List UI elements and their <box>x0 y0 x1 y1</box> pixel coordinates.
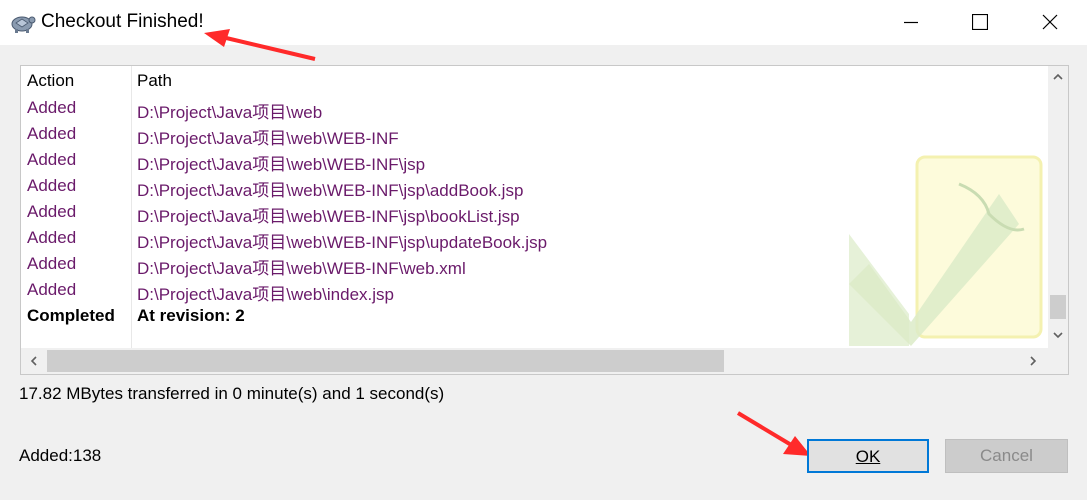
ok-button[interactable]: OK <box>807 439 929 473</box>
annotation-arrow-ok <box>736 411 811 456</box>
list-item[interactable]: Added D:\Project\Java项目\web\WEB-INF\web.… <box>21 252 1041 278</box>
checkout-log-list[interactable]: Action Path Added D:\Project\Java项目\web … <box>20 65 1069 375</box>
list-item[interactable]: Added D:\Project\Java项目\web\index.jsp <box>21 278 1041 304</box>
list-item[interactable]: Added D:\Project\Java项目\web\WEB-INF\jsp <box>21 148 1041 174</box>
row-path: D:\Project\Java项目\web\WEB-INF\jsp\bookLi… <box>137 207 520 226</box>
row-action: Added <box>27 150 77 169</box>
row-action: Added <box>27 98 77 117</box>
row-action: Completed <box>27 306 115 325</box>
row-path: D:\Project\Java项目\web <box>137 103 323 122</box>
row-action: Added <box>27 280 77 299</box>
chevron-left-icon <box>30 356 37 366</box>
scrollbar-corner <box>1048 348 1068 374</box>
row-path: D:\Project\Java项目\web\WEB-INF\web.xml <box>137 259 466 278</box>
chevron-right-icon <box>1030 356 1037 366</box>
horizontal-scrollbar[interactable] <box>21 348 1048 374</box>
list-item[interactable]: Added D:\Project\Java项目\web <box>21 96 1041 122</box>
list-item-completed[interactable]: Completed At revision: 2 <box>21 304 1041 330</box>
minimize-button[interactable] <box>888 0 934 45</box>
row-path: D:\Project\Java项目\web\WEB-INF\jsp <box>137 155 426 174</box>
scroll-left-button[interactable] <box>21 348 47 374</box>
scroll-up-button[interactable] <box>1048 66 1068 88</box>
close-button[interactable] <box>1027 0 1073 45</box>
list-item[interactable]: Added D:\Project\Java项目\web\WEB-INF\jsp\… <box>21 200 1041 226</box>
title-bar: Checkout Finished! <box>0 0 1087 45</box>
column-header-path[interactable]: Path <box>137 71 172 91</box>
added-count: Added:138 <box>19 446 102 465</box>
list-item[interactable]: Added D:\Project\Java项目\web\WEB-INF <box>21 122 1041 148</box>
list-item[interactable]: Added D:\Project\Java项目\web\WEB-INF\jsp\… <box>21 174 1041 200</box>
cancel-button[interactable]: Cancel <box>945 439 1068 473</box>
row-action: Added <box>27 202 77 221</box>
row-path: D:\Project\Java项目\web\WEB-INF <box>137 129 399 148</box>
maximize-button[interactable] <box>957 0 1003 45</box>
vertical-scrollbar[interactable] <box>1048 66 1068 348</box>
scroll-right-button[interactable] <box>1020 348 1046 374</box>
minimize-icon <box>904 21 918 24</box>
row-path: At revision: 2 <box>137 306 245 325</box>
column-header-action[interactable]: Action <box>27 71 74 91</box>
row-action: Added <box>27 254 77 273</box>
ok-button-label: OK <box>855 447 881 466</box>
row-path: D:\Project\Java项目\web\WEB-INF\jsp\addBoo… <box>137 181 524 200</box>
scroll-down-button[interactable] <box>1048 324 1068 346</box>
row-action: Added <box>27 176 77 195</box>
list-item[interactable]: Added D:\Project\Java项目\web\WEB-INF\jsp\… <box>21 226 1041 252</box>
cancel-button-label: Cancel <box>980 446 1033 465</box>
row-action: Added <box>27 228 77 247</box>
tortoise-icon <box>11 16 36 33</box>
maximize-icon <box>972 14 988 30</box>
chevron-down-icon <box>1053 332 1063 339</box>
close-icon <box>1042 14 1058 30</box>
chevron-up-icon <box>1053 73 1063 80</box>
horizontal-scroll-thumb[interactable] <box>47 350 724 372</box>
row-path: D:\Project\Java项目\web\index.jsp <box>137 285 394 304</box>
transfer-summary: 17.82 MBytes transferred in 0 minute(s) … <box>19 384 445 403</box>
vertical-scroll-thumb[interactable] <box>1050 295 1066 319</box>
row-action: Added <box>27 124 77 143</box>
window-title: Checkout Finished! <box>41 11 204 32</box>
row-path: D:\Project\Java项目\web\WEB-INF\jsp\update… <box>137 233 548 252</box>
